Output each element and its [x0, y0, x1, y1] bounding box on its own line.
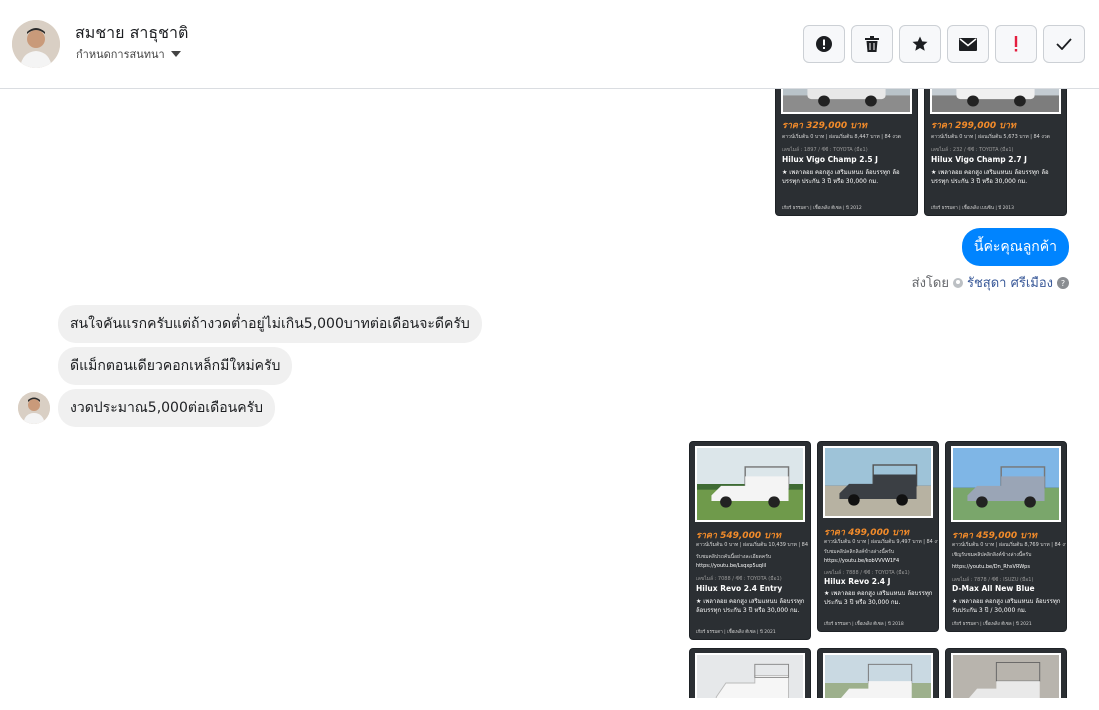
- car-card-image[interactable]: ราคา 499,000 บาท ดาวน์เริ่มต้น 0 บาท | ผ…: [817, 441, 939, 632]
- car-footer: เกียร์ ธรรมดา | เชื้อเพลิง ดีเซล | ปี 20…: [782, 206, 862, 211]
- car-price: ราคา 459,000 บาท: [952, 531, 1037, 541]
- car-photo: [951, 446, 1061, 522]
- car-terms: ดาวน์เริ่มต้น 0 บาท | ผ่อนเริ่มต้น 8,769…: [952, 542, 1067, 548]
- conversation-settings-label: กำหนดการสนทนา: [76, 48, 165, 61]
- exclamation-icon: [1014, 36, 1018, 52]
- car-terms: ดาวน์เริ่มต้น 0 บาท | ผ่อนเริ่มต้น 5,673…: [931, 134, 1050, 140]
- user-badge-icon: [952, 277, 963, 288]
- car-description: ★ เพลาลอย คอกสูง เสริมแหนบ ล้อบรรทุก ประ…: [824, 590, 933, 606]
- outgoing-message[interactable]: นี้ค่ะคุณลูกค้า: [961, 228, 1069, 266]
- mark-spam-button[interactable]: [803, 25, 845, 63]
- contact-avatar-small[interactable]: [18, 392, 50, 424]
- sent-by-info: ส่งโดย รัชสุดา ศรีเมือง ?: [912, 272, 1069, 293]
- car-description: ★ เพลาลอย คอกสูง เสริมแหนบ ล้อบรรทุก รับ…: [952, 598, 1061, 614]
- car-video-link[interactable]: https://youtu.be/kobVVVW1F4: [824, 558, 899, 564]
- car-photo: [695, 653, 805, 698]
- car-specs: เลขไมล์ : 232 / ซีซี : TOYOTA (มือ1): [931, 147, 1014, 153]
- message-thread[interactable]: ราคา 329,000 บาท ดาวน์เริ่มต้น 0 บาท | ผ…: [0, 89, 1099, 698]
- mark-unread-button[interactable]: [947, 25, 989, 63]
- contact-avatar[interactable]: [12, 20, 60, 68]
- car-price: ราคา 329,000 บาท: [782, 121, 867, 131]
- car-video-link[interactable]: https://youtu.be/Lsqxp5uqlil: [696, 563, 766, 569]
- car-model: Hilux Vigo Champ 2.7 J: [931, 155, 1027, 164]
- envelope-icon: [959, 37, 977, 51]
- car-photo: [951, 653, 1061, 698]
- car-card-image[interactable]: ราคา 459,000 บาท ดาวน์เริ่มต้น 0 บาท | ผ…: [945, 441, 1067, 632]
- car-price: ราคา 299,000 บาท: [931, 121, 1016, 131]
- incoming-message[interactable]: สนใจคันแรกครับแต่ถ้างวดต่ำอยู่ไม่เกิน5,0…: [58, 305, 482, 343]
- sent-by-prefix: ส่งโดย: [911, 276, 949, 291]
- car-footer: เกียร์ ธรรมดา | เชื้อเพลิง เบนซิน | ปี 2…: [931, 206, 1015, 211]
- car-model: Hilux Vigo Champ 2.5 J: [782, 155, 878, 164]
- help-icon[interactable]: ?: [1057, 276, 1069, 289]
- car-model: Hilux Revo 2.4 J: [824, 577, 891, 586]
- incoming-message[interactable]: งวดประมาณ5,000ต่อเดือนครับ: [58, 389, 275, 427]
- star-button[interactable]: [899, 25, 941, 63]
- car-video-note: รับชมคลิปรถคันนี้อย่างละเอียดครับ: [696, 554, 772, 560]
- car-photo: [823, 446, 933, 518]
- car-model: Hilux Revo 2.4 Entry: [696, 584, 783, 593]
- trash-icon: [865, 36, 879, 52]
- car-description: ★ เพลาลอย คอกสูง เสริมแหนบ ล้อบรรทุก ล้อ…: [931, 169, 1049, 185]
- car-terms: ดาวน์เริ่มต้น 0 บาท | ผ่อนเริ่มต้น 8,447…: [782, 134, 901, 140]
- car-description: ★ เพลาลอย คอกสูง เสริมแหนบ ล้อบรรทุก ล้อ…: [696, 598, 805, 614]
- car-footer: เกียร์ ธรรมดา | เชื้อเพลิง ดีเซล | ปี 20…: [824, 622, 904, 627]
- delete-button[interactable]: [851, 25, 893, 63]
- alert-circle-icon: [816, 36, 832, 52]
- check-icon: [1056, 38, 1072, 50]
- car-card-image[interactable]: [689, 648, 811, 698]
- car-model: D-Max All New Blue: [952, 584, 1035, 593]
- car-terms: ดาวน์เริ่มต้น 0 บาท | ผ่อนเริ่มต้น 10,43…: [696, 542, 811, 548]
- car-specs: เลขไมล์ : 7088 / ซีซี : TOYOTA (มือ1): [696, 576, 782, 582]
- contact-name[interactable]: สมชาย สาธุชาติ: [75, 21, 188, 46]
- car-video-note: เชิญรับชมคลิปคลิกลิงค์ข้างล่างนี้ครับ: [952, 552, 1032, 558]
- svg-text:?: ?: [1061, 279, 1065, 288]
- conversation-settings[interactable]: กำหนดการสนทนา: [76, 45, 181, 63]
- done-button[interactable]: [1043, 25, 1085, 63]
- sent-by-name[interactable]: รัชสุดา ศรีเมือง: [967, 272, 1053, 293]
- car-photo: [781, 89, 912, 114]
- car-video-note: รับชมคลิปคลิกลิงค์ข้างล่างนี้ครับ: [824, 549, 895, 555]
- car-price: ราคา 499,000 บาท: [824, 528, 909, 538]
- car-card-image[interactable]: ราคา 549,000 บาท ดาวน์เริ่มต้น 0 บาท | ผ…: [689, 441, 811, 640]
- caret-down-icon: [170, 51, 181, 57]
- car-price: ราคา 549,000 บาท: [696, 531, 781, 541]
- car-photo: [823, 653, 933, 698]
- incoming-message[interactable]: ดีแม็กตอนเดียวคอกเหล็กมีใหม่ครับ: [58, 347, 293, 385]
- car-card-image[interactable]: [817, 648, 939, 698]
- star-icon: [912, 36, 928, 51]
- car-specs: เลขไมล์ : 7878 / ซีซี : ISUZU (มือ1): [952, 577, 1034, 583]
- car-photo: [695, 446, 805, 522]
- car-footer: เกียร์ ธรรมดา | เชื้อเพลิง ดีเซล | ปี 20…: [952, 622, 1032, 627]
- car-specs: เลขไมล์ : 1897 / ซีซี : TOYOTA (มือ1): [782, 147, 868, 153]
- car-footer: เกียร์ ธรรมดา | เชื้อเพลิง ดีเซล | ปี 20…: [696, 630, 776, 635]
- car-terms: ดาวน์เริ่มต้น 0 บาท | ผ่อนเริ่มต้น 9,497…: [824, 539, 939, 545]
- car-card-image[interactable]: ราคา 299,000 บาท ดาวน์เริ่มต้น 0 บาท | ผ…: [924, 89, 1067, 216]
- important-button[interactable]: [995, 25, 1037, 63]
- car-specs: เลขไมล์ : 7888 / ซีซี : TOYOTA (มือ1): [824, 570, 910, 576]
- car-card-image[interactable]: ราคา 329,000 บาท ดาวน์เริ่มต้น 0 บาท | ผ…: [775, 89, 918, 216]
- car-description: ★ เพลาลอย คอกสูง เสริมแหนบ ล้อบรรทุก ล้อ…: [782, 169, 900, 185]
- conversation-header: สมชาย สาธุชาติ กำหนดการสนทนา: [0, 0, 1099, 89]
- car-video-link[interactable]: https://youtu.be/Dn_RhsVRWps: [952, 564, 1030, 570]
- car-photo: [930, 89, 1061, 114]
- car-card-image[interactable]: [945, 648, 1067, 698]
